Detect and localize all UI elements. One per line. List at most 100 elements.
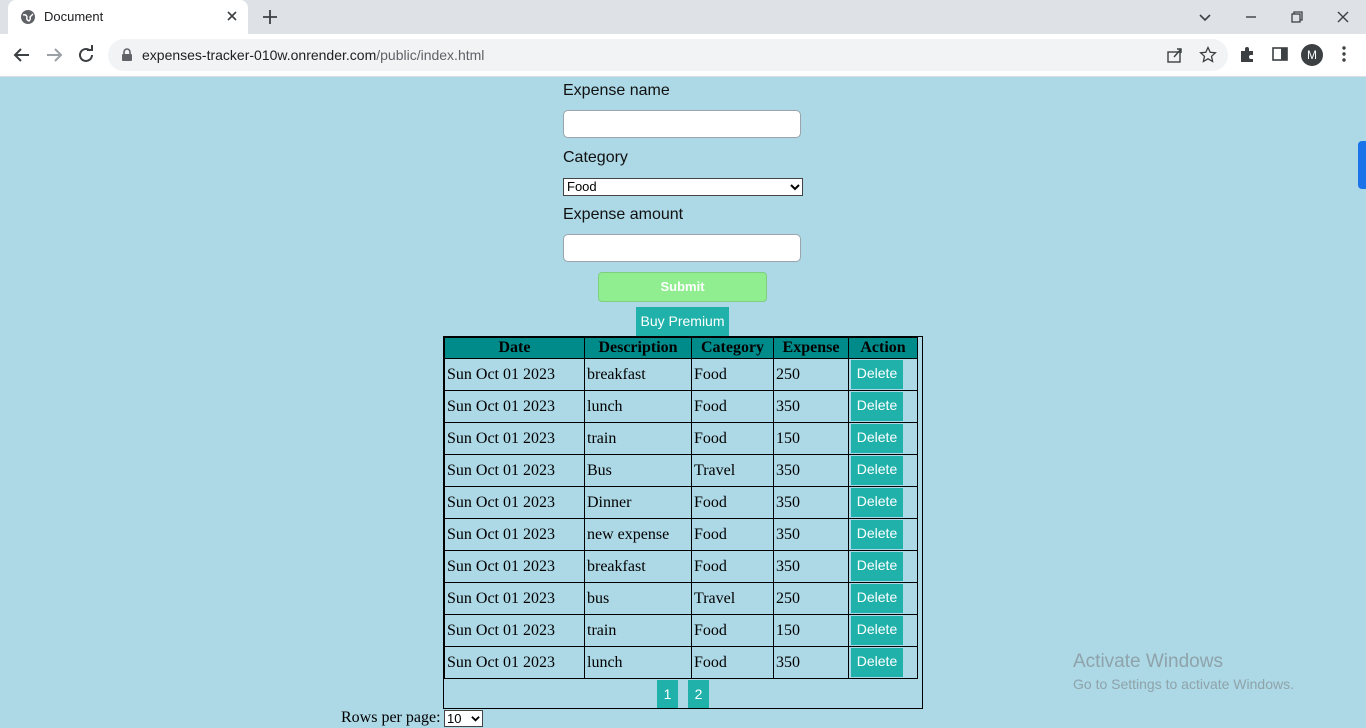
cell-action: Delete: [848, 422, 918, 455]
table-row: Sun Oct 01 2023 train Food 150 Delete: [444, 422, 918, 455]
tab-title: Document: [44, 9, 104, 24]
restore-icon[interactable]: [1285, 5, 1309, 29]
delete-button[interactable]: Delete: [851, 584, 903, 613]
category-select-value: Food: [567, 179, 597, 194]
close-window-icon[interactable]: [1331, 5, 1355, 29]
cell-expense: 350: [773, 646, 849, 679]
new-tab-icon[interactable]: [260, 7, 280, 27]
activate-windows-subtitle: Go to Settings to activate Windows.: [1073, 676, 1294, 692]
delete-button[interactable]: Delete: [851, 520, 903, 549]
table-row: Sun Oct 01 2023 bus Travel 250 Delete: [444, 582, 918, 615]
cell-date: Sun Oct 01 2023: [444, 614, 585, 647]
url-path: /public/index.html: [376, 47, 485, 63]
cell-category: Food: [691, 390, 774, 423]
delete-button[interactable]: Delete: [851, 424, 903, 453]
close-tab-icon[interactable]: [224, 8, 240, 24]
cell-expense: 150: [773, 422, 849, 455]
header-description: Description: [584, 337, 692, 359]
cell-expense: 350: [773, 486, 849, 519]
reload-icon[interactable]: [74, 43, 98, 67]
lock-icon[interactable]: [120, 48, 134, 62]
page-button-1[interactable]: 1: [657, 680, 678, 708]
table-row: Sun Oct 01 2023 new expense Food 350 Del…: [444, 518, 918, 551]
cell-action: Delete: [848, 358, 918, 391]
pagination: 1 2: [444, 680, 922, 708]
delete-button[interactable]: Delete: [851, 552, 903, 581]
rows-per-page-label: Rows per page:: [341, 709, 441, 726]
delete-button[interactable]: Delete: [851, 456, 903, 485]
share-icon[interactable]: [1166, 46, 1184, 64]
table-row: Sun Oct 01 2023 Bus Travel 350 Delete: [444, 454, 918, 487]
page-content: Expense name Category Food Expense amoun…: [0, 77, 1366, 728]
cell-expense: 150: [773, 614, 849, 647]
kebab-menu-icon[interactable]: [1334, 44, 1354, 64]
url-text: expenses-tracker-010w.onrender.com/publi…: [142, 47, 484, 63]
back-icon[interactable]: [10, 43, 34, 67]
cell-description: bus: [584, 582, 692, 615]
table-row: Sun Oct 01 2023 breakfast Food 250 Delet…: [444, 358, 918, 391]
header-category: Category: [691, 337, 774, 359]
minimize-icon[interactable]: [1239, 5, 1263, 29]
expense-name-input[interactable]: [563, 110, 801, 138]
cell-description: lunch: [584, 390, 692, 423]
cell-description: Dinner: [584, 486, 692, 519]
cell-action: Delete: [848, 582, 918, 615]
cell-date: Sun Oct 01 2023: [444, 454, 585, 487]
side-panel-icon[interactable]: [1270, 44, 1290, 64]
browser-window: Document expenses-tracker-010w.onrender.…: [0, 0, 1366, 728]
delete-button[interactable]: Delete: [851, 392, 903, 421]
cell-category: Food: [691, 358, 774, 391]
expense-table-container: Date Description Category Expense Action…: [443, 336, 923, 709]
category-select[interactable]: Food: [563, 178, 803, 196]
chevron-down-icon: [471, 716, 480, 722]
cell-expense: 350: [773, 454, 849, 487]
cell-date: Sun Oct 01 2023: [444, 358, 585, 391]
cell-date: Sun Oct 01 2023: [444, 646, 585, 679]
table-header-row: Date Description Category Expense Action: [444, 337, 918, 359]
cell-date: Sun Oct 01 2023: [444, 390, 585, 423]
expense-amount-input[interactable]: [563, 234, 801, 262]
cell-category: Food: [691, 422, 774, 455]
table-row: Sun Oct 01 2023 lunch Food 350 Delete: [444, 646, 918, 679]
expense-amount-label: Expense amount: [563, 206, 684, 223]
avatar[interactable]: M: [1301, 44, 1323, 66]
cell-category: Food: [691, 486, 774, 519]
table-row: Sun Oct 01 2023 train Food 150 Delete: [444, 614, 918, 647]
expense-name-label: Expense name: [563, 82, 670, 99]
delete-button[interactable]: Delete: [851, 360, 903, 389]
forward-icon[interactable]: [42, 43, 66, 67]
activate-windows-title: Activate Windows: [1073, 651, 1223, 672]
cell-date: Sun Oct 01 2023: [444, 518, 585, 551]
header-date: Date: [444, 337, 585, 359]
rows-per-page-value: 10: [447, 711, 462, 726]
star-icon[interactable]: [1199, 46, 1217, 64]
cell-expense: 250: [773, 358, 849, 391]
submit-button[interactable]: Submit: [598, 272, 767, 302]
cell-category: Food: [691, 646, 774, 679]
address-bar[interactable]: expenses-tracker-010w.onrender.com/publi…: [108, 39, 1228, 71]
rows-per-page-select[interactable]: 10: [444, 710, 483, 727]
cell-description: lunch: [584, 646, 692, 679]
page-button-2[interactable]: 2: [688, 680, 709, 708]
table-row: Sun Oct 01 2023 Dinner Food 350 Delete: [444, 486, 918, 519]
delete-button[interactable]: Delete: [851, 488, 903, 517]
buy-premium-button[interactable]: Buy Premium: [636, 307, 729, 336]
cell-category: Food: [691, 550, 774, 583]
category-label: Category: [563, 149, 628, 166]
delete-button[interactable]: Delete: [851, 648, 903, 677]
globe-icon: [21, 10, 35, 24]
tab-search-icon[interactable]: [1193, 5, 1217, 29]
cell-expense: 350: [773, 518, 849, 551]
cell-action: Delete: [848, 486, 918, 519]
chevron-down-icon: [790, 184, 800, 191]
cell-action: Delete: [848, 614, 918, 647]
delete-button[interactable]: Delete: [851, 616, 903, 645]
browser-tab[interactable]: Document: [8, 0, 248, 34]
puzzle-icon[interactable]: [1238, 44, 1258, 64]
cell-date: Sun Oct 01 2023: [444, 550, 585, 583]
scroll-indicator[interactable]: [1358, 141, 1366, 189]
cell-expense: 250: [773, 582, 849, 615]
cell-action: Delete: [848, 518, 918, 551]
cell-date: Sun Oct 01 2023: [444, 422, 585, 455]
cell-action: Delete: [848, 454, 918, 487]
